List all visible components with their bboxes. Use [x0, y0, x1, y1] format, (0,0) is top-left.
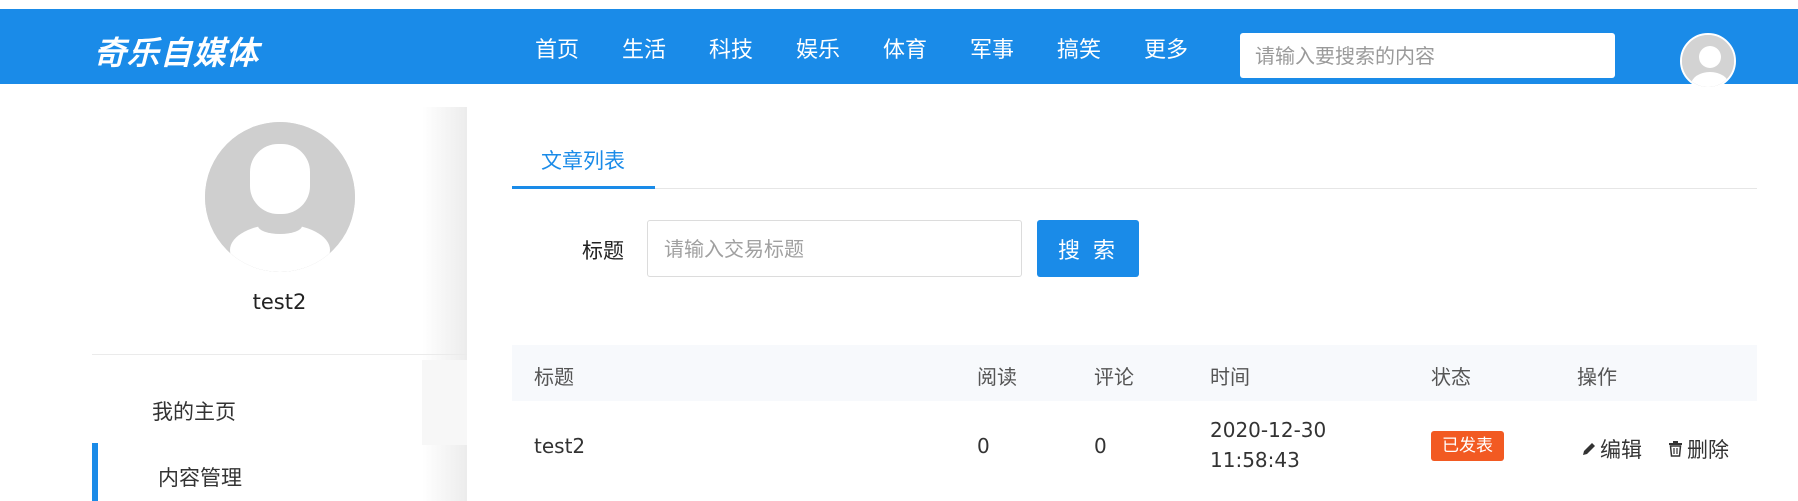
row-time: 11:58:43 — [1210, 448, 1300, 472]
top-strip — [0, 0, 1798, 9]
main-nav: 首页 生活 科技 娱乐 体育 军事 搞笑 更多 — [535, 31, 1231, 71]
delete-button[interactable]: 删除 — [1667, 434, 1729, 464]
site-search-input[interactable] — [1240, 33, 1615, 78]
column-header-title: 标题 — [534, 365, 574, 389]
edit-button[interactable]: 编辑 — [1581, 434, 1642, 464]
sidebar-shade — [422, 360, 467, 445]
nav-item-entertainment[interactable]: 娱乐 — [796, 31, 883, 71]
row-reads: 0 — [977, 434, 990, 458]
user-avatar-icon — [1682, 35, 1734, 87]
sidebar-item-content-management[interactable]: 内容管理 — [158, 462, 242, 492]
column-header-actions: 操作 — [1577, 365, 1617, 389]
sidebar-item-my-home[interactable]: 我的主页 — [152, 396, 236, 426]
row-comments: 0 — [1094, 434, 1107, 458]
user-avatar[interactable] — [1680, 33, 1736, 89]
top-navbar: 奇乐自媒体 首页 生活 科技 娱乐 体育 军事 搞笑 更多 — [0, 9, 1798, 89]
nav-item-life[interactable]: 生活 — [622, 31, 709, 71]
row-date: 2020-12-30 — [1210, 418, 1327, 442]
search-button[interactable]: 搜 索 — [1037, 220, 1139, 277]
table-header — [512, 345, 1757, 401]
status-badge: 已发表 — [1431, 431, 1504, 461]
tab-bar-divider — [512, 188, 1757, 189]
nav-item-more[interactable]: 更多 — [1144, 31, 1231, 71]
column-header-comments: 评论 — [1094, 365, 1134, 389]
column-header-reads: 阅读 — [977, 365, 1017, 389]
sidebar-active-indicator — [92, 443, 98, 501]
tab-active-underline — [512, 186, 655, 189]
nav-item-tech[interactable]: 科技 — [709, 31, 796, 71]
nav-item-funny[interactable]: 搞笑 — [1057, 31, 1144, 71]
profile-avatar — [205, 122, 355, 272]
trash-icon — [1669, 441, 1682, 457]
column-header-time: 时间 — [1210, 365, 1250, 389]
profile-avatar-icon — [205, 122, 355, 272]
title-filter-label: 标题 — [582, 239, 624, 263]
pencil-icon — [1583, 443, 1595, 455]
nav-item-sports[interactable]: 体育 — [883, 31, 970, 71]
delete-label: 删除 — [1687, 438, 1729, 462]
tab-article-list[interactable]: 文章列表 — [541, 145, 625, 175]
edit-label: 编辑 — [1600, 438, 1642, 462]
nav-item-home[interactable]: 首页 — [535, 31, 622, 71]
site-logo[interactable]: 奇乐自媒体 — [94, 33, 259, 73]
title-filter-input[interactable] — [647, 220, 1022, 277]
row-title[interactable]: test2 — [534, 434, 585, 458]
nav-item-military[interactable]: 军事 — [970, 31, 1057, 71]
sidebar-divider — [92, 354, 467, 355]
profile-username: test2 — [252, 290, 307, 314]
column-header-status: 状态 — [1431, 365, 1471, 389]
